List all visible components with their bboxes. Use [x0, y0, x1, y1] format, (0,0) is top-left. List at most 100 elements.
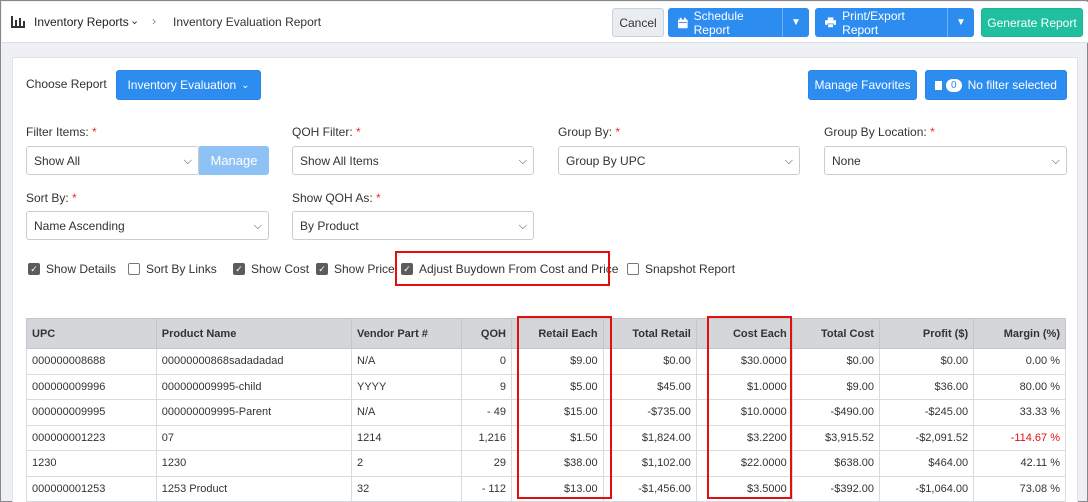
cell-upc: 000000009995	[26, 399, 157, 426]
cell-total-retail: -$735.00	[602, 399, 697, 426]
cancel-button[interactable]: Cancel	[612, 8, 664, 37]
cell-product-name: 000000009995-child	[155, 373, 353, 400]
group-by-select[interactable]: Group By UPC ⌵	[558, 146, 800, 175]
chevron-down-icon: ⌵	[253, 220, 262, 232]
cell-qoh: 1,216	[461, 424, 512, 451]
checkbox-checked-icon[interactable]: ✓	[28, 263, 40, 275]
cell-profit: -$245.00	[878, 399, 975, 426]
cell-total-retail: $1,102.00	[602, 450, 697, 477]
checkbox-checked-icon[interactable]: ✓	[233, 263, 245, 275]
option-sort-by-links[interactable]: Sort By Links	[128, 262, 217, 276]
column-header-margin[interactable]: Margin (%)	[973, 318, 1066, 349]
option-show-price[interactable]: ✓ Show Price	[316, 262, 395, 276]
breadcrumb-root[interactable]: Inventory Reports	[34, 15, 129, 29]
generate-report-button[interactable]: Generate Report	[981, 8, 1083, 37]
schedule-report-button[interactable]: Schedule Report	[668, 8, 782, 37]
sort-by-value: Name Ascending	[34, 218, 125, 233]
qoh-filter-value: Show All Items	[300, 153, 379, 168]
filter-status-label: No filter selected	[967, 78, 1057, 92]
cell-vendor-part: 1214	[350, 424, 463, 451]
cell-profit: $0.00	[878, 348, 975, 375]
schedule-report-label: Schedule Report	[693, 8, 744, 37]
chevron-down-icon: ⌵	[183, 155, 192, 167]
cell-profit: $36.00	[878, 373, 975, 400]
column-header-vendor-part[interactable]: Vendor Part #	[350, 318, 463, 349]
print-export-dropdown-icon[interactable]: ▼	[947, 8, 974, 37]
chevron-down-icon: ⌵	[784, 155, 793, 167]
group-by-location-value: None	[832, 153, 861, 168]
calendar-icon	[678, 17, 688, 28]
highlight-retail-each-column	[517, 316, 612, 499]
cell-product-name: 1253 Product	[155, 475, 353, 502]
schedule-report-button-group: Schedule Report ▼	[668, 8, 809, 37]
chevron-down-icon[interactable]: ⌄	[130, 14, 139, 27]
show-qoh-as-value: By Product	[300, 218, 359, 233]
cell-margin: 73.08 %	[973, 475, 1066, 502]
cell-total-cost: -$392.00	[791, 475, 880, 502]
cell-qoh: 29	[461, 450, 512, 477]
print-export-button-group: Print/Export Report ▼	[815, 8, 974, 37]
checkbox-unchecked-icon[interactable]	[128, 263, 140, 275]
cell-upc: 1230	[26, 450, 157, 477]
option-show-cost[interactable]: ✓ Show Cost	[233, 262, 309, 276]
option-snapshot-report[interactable]: Snapshot Report	[627, 262, 735, 276]
cell-margin: 0.00 %	[973, 348, 1066, 375]
filter-items-label: Filter Items: *	[26, 125, 97, 139]
show-qoh-as-label: Show QOH As: *	[292, 191, 381, 205]
checkbox-checked-icon[interactable]: ✓	[316, 263, 328, 275]
print-export-button[interactable]: Print/Export Report	[815, 8, 947, 37]
filter-items-select[interactable]: Show All ⌵	[26, 146, 199, 175]
manage-filter-button[interactable]: Manage	[199, 146, 269, 175]
chevron-right-icon: ›	[152, 14, 156, 28]
column-header-upc[interactable]: UPC	[26, 318, 157, 349]
cell-margin: 80.00 %	[973, 373, 1066, 400]
column-header-product-name[interactable]: Product Name	[155, 318, 353, 349]
highlight-cost-each-column	[707, 316, 792, 499]
show-qoh-as-select[interactable]: By Product ⌵	[292, 211, 534, 240]
chevron-down-icon: ⌵	[1051, 155, 1060, 167]
chevron-down-icon: ⌄	[241, 79, 250, 91]
cell-product-name: 000000009995-Parent	[155, 399, 353, 426]
column-header-total-retail[interactable]: Total Retail	[602, 318, 697, 349]
group-by-label: Group By: *	[558, 125, 621, 139]
qoh-filter-select[interactable]: Show All Items ⌵	[292, 146, 534, 175]
cell-vendor-part: YYYY	[350, 373, 463, 400]
highlight-adjust-buydown	[395, 251, 610, 286]
cell-margin: 33.33 %	[973, 399, 1066, 426]
option-show-details[interactable]: ✓ Show Details	[28, 262, 116, 276]
report-selector-button[interactable]: Inventory Evaluation ⌄	[116, 70, 261, 100]
cell-upc: 000000009996	[26, 373, 157, 400]
qoh-filter-label: QOH Filter: *	[292, 125, 361, 139]
filter-status-button[interactable]: 0 No filter selected	[925, 70, 1067, 100]
cell-product-name: 00000000868sadadadad	[155, 348, 353, 375]
filter-count-badge: 0	[946, 78, 962, 92]
cell-vendor-part: N/A	[350, 348, 463, 375]
chevron-down-icon: ⌵	[518, 220, 527, 232]
report-selector-label: Inventory Evaluation	[127, 78, 237, 92]
cell-total-cost: $9.00	[791, 373, 880, 400]
sort-by-label: Sort By: *	[26, 191, 77, 205]
cell-total-cost: $638.00	[791, 450, 880, 477]
group-by-value: Group By UPC	[566, 153, 646, 168]
column-header-qoh[interactable]: QOH	[461, 318, 512, 349]
cell-total-retail: $45.00	[602, 373, 697, 400]
manage-favorites-button[interactable]: Manage Favorites	[808, 70, 917, 100]
cell-profit: -$1,064.00	[878, 475, 975, 502]
cell-total-cost: -$490.00	[791, 399, 880, 426]
chevron-down-icon: ⌵	[518, 155, 527, 167]
reports-icon	[11, 16, 25, 28]
option-label: Show Cost	[251, 262, 310, 276]
checkbox-unchecked-icon[interactable]	[627, 263, 639, 275]
group-by-location-select[interactable]: None ⌵	[824, 146, 1067, 175]
column-header-profit[interactable]: Profit ($)	[878, 318, 975, 349]
column-header-total-cost[interactable]: Total Cost	[791, 318, 880, 349]
option-label: Show Price	[334, 262, 395, 276]
cell-qoh: - 49	[461, 399, 512, 426]
filter-icon	[935, 80, 943, 90]
cell-vendor-part: 32	[350, 475, 463, 502]
schedule-report-dropdown-icon[interactable]: ▼	[782, 8, 809, 37]
app-window: Inventory Reports ⌄ › Inventory Evaluati…	[0, 0, 1088, 502]
sort-by-select[interactable]: Name Ascending ⌵	[26, 211, 269, 240]
cell-vendor-part: 2	[350, 450, 463, 477]
cell-profit: $464.00	[878, 450, 975, 477]
